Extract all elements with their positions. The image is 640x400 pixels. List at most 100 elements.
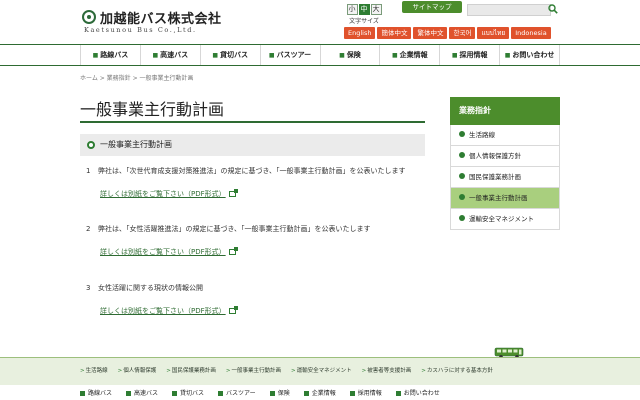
logo-name-ja: 加越能バス株式会社 (100, 12, 222, 27)
pdf-link[interactable]: 詳しくは別紙をご覧下さい（PDF形式） (100, 306, 238, 316)
lang-indonesian[interactable]: Indonesia (511, 27, 551, 39)
nav-label: 採用情報 (459, 51, 488, 59)
footer-link[interactable]: >被害者等支援計画 (362, 366, 412, 374)
bullet-icon: ■ (268, 52, 275, 59)
bullet-icon (349, 391, 355, 396)
item-text: 弊社は、「次世代育成支援対策推進法」の規定に基づき、「一般事業主行動計画」を公表… (98, 167, 406, 175)
footer-link-label: 一般事業主行動計画 (231, 368, 281, 374)
pdf-link-label: 詳しくは別紙をご覧下さい（PDF形式） (100, 248, 226, 256)
footer-link-label: カスハラに対する基本方針 (426, 368, 493, 374)
arrow-icon: > (291, 368, 296, 374)
nav-label: 企業情報 (399, 51, 428, 59)
bullet-icon: ■ (92, 52, 99, 59)
footer-link-label: 個人情報保護 (123, 368, 157, 374)
external-window-icon (228, 306, 238, 314)
nav-label: お問い合わせ (512, 51, 555, 59)
footer-link[interactable]: >運輸安全マネジメント (291, 366, 352, 374)
item-number: 3 (86, 284, 91, 292)
lang-thai[interactable]: แบบไทย (477, 27, 510, 39)
external-window-icon (228, 189, 238, 197)
nav-item-bus-tour[interactable]: ■ バスツアー (259, 45, 320, 65)
arrow-bullet-icon (459, 131, 465, 137)
sitemap-button[interactable]: サイトマップ (402, 1, 462, 13)
footer-link[interactable]: >生活路線 (80, 366, 108, 374)
footer-nav-item[interactable]: 企業情報 (303, 388, 336, 397)
footer-link-label: 被害者等支援計画 (367, 368, 412, 374)
arrow-icon: > (421, 368, 426, 374)
bullet-icon (172, 391, 178, 396)
logo-mark-icon (82, 10, 96, 24)
sidebar-item-daily-routes[interactable]: 生活路線 (450, 125, 560, 146)
bullet-icon (303, 391, 309, 396)
footer-nav-label: 企業情報 (311, 390, 336, 397)
nav-item-insurance[interactable]: ■ 保険 (319, 45, 380, 65)
sidebar: 業務指針 生活路線 個人情報保護方針 国民保護業務計画 一般事業主行動計画 運輸… (450, 97, 560, 230)
font-size-label: 文字サイズ (349, 18, 379, 25)
footer-link[interactable]: >一般事業主行動計画 (226, 366, 281, 374)
bullet-icon: ■ (451, 52, 458, 59)
search-icon[interactable] (548, 4, 558, 14)
sidebar-item-privacy-policy[interactable]: 個人情報保護方針 (450, 146, 560, 167)
footer-link[interactable]: >個人情報保護 (118, 366, 157, 374)
list-item: 2 弊社は、「女性活躍推進法」の規定に基づき、「一般事業主行動計画」を公表いたしま… (86, 224, 426, 234)
company-logo[interactable]: 加越能バス株式会社 Kaetsunou Bus Co.,Ltd. (82, 8, 232, 36)
item-text: 女性活躍に関する現状の情報公開 (98, 284, 203, 292)
sidebar-item-action-plan[interactable]: 一般事業主行動計画 (450, 188, 560, 209)
footer-nav-item[interactable]: 保険 (269, 388, 290, 397)
footer-nav-label: 高速バス (134, 390, 159, 397)
sidebar-item-transport-safety[interactable]: 運輸安全マネジメント (450, 209, 560, 230)
lang-korean[interactable]: 한국어 (449, 27, 476, 39)
search-input[interactable] (468, 13, 550, 24)
arrow-icon: > (166, 368, 171, 374)
sidebar-item-label: 国民保護業務計画 (469, 173, 521, 181)
nav-label: 貸切バス (220, 51, 249, 59)
lang-traditional-chinese[interactable]: 繁体中文 (413, 27, 448, 39)
font-size-small-button[interactable]: 小 (346, 4, 358, 15)
bullet-icon (126, 391, 132, 396)
footer-nav-label: 採用情報 (357, 390, 382, 397)
footer-nav-label: 保険 (277, 390, 290, 397)
sidebar-item-civil-protection[interactable]: 国民保護業務計画 (450, 167, 560, 188)
arrow-icon: > (80, 368, 85, 374)
arrow-bullet-icon (459, 194, 465, 200)
nav-item-route-bus[interactable]: ■ 路線バス (80, 45, 140, 65)
lang-english[interactable]: English (344, 27, 376, 39)
footer-nav-item[interactable]: 路線バス (80, 388, 112, 397)
pdf-link[interactable]: 詳しくは別紙をご覧下さい（PDF形式） (100, 247, 238, 257)
nav-item-recruit[interactable]: ■ 採用情報 (439, 45, 499, 65)
footer-link[interactable]: >国民保護業務計画 (166, 366, 216, 374)
page-title: 一般事業主行動計画 (80, 100, 225, 119)
arrow-icon: > (225, 368, 231, 374)
item-number: 2 (86, 225, 91, 233)
footer-link[interactable]: >カスハラに対する基本方針 (421, 366, 493, 374)
footer-nav-label: 貸切バス (180, 390, 205, 397)
sidebar-heading[interactable]: 業務指針 (450, 97, 560, 125)
font-size-medium-button[interactable]: 中 (358, 4, 370, 15)
lang-simplified-chinese[interactable]: 簡体中文 (377, 27, 412, 39)
nav-item-contact[interactable]: ■ お問い合わせ (499, 45, 560, 65)
font-size-large-button[interactable]: 大 (370, 4, 382, 15)
bullet-icon (269, 391, 275, 396)
footer-link-label: 運輸安全マネジメント (296, 368, 352, 374)
logo-name-en: Kaetsunou Bus Co.,Ltd. (84, 26, 197, 34)
footer-nav-item[interactable]: 高速バス (126, 388, 158, 397)
footer-nav-item[interactable]: 貸切バス (172, 388, 204, 397)
footer-links: >生活路線 >個人情報保護 >国民保護業務計画 >一般事業主行動計画 >運輸安全… (0, 357, 640, 385)
arrow-bullet-icon (459, 152, 465, 158)
footer-nav-item[interactable]: バスツアー (218, 388, 256, 397)
footer-nav-item[interactable]: お問い合わせ (395, 388, 440, 397)
sidebar-item-label: 一般事業主行動計画 (469, 194, 528, 202)
search-box (467, 4, 551, 24)
footer-nav-label: バスツアー (226, 390, 256, 397)
nav-item-company[interactable]: ■ 企業情報 (379, 45, 439, 65)
nav-item-charter-bus[interactable]: ■ 貸切バス (199, 45, 260, 65)
nav-label: 路線バス (100, 51, 129, 59)
pdf-link-label: 詳しくは別紙をご覧下さい（PDF形式） (100, 307, 226, 315)
bullet-icon: ■ (152, 52, 159, 59)
item-number: 1 (86, 167, 91, 175)
page: 加越能バス株式会社 Kaetsunou Bus Co.,Ltd. 小 中 大 文… (0, 0, 640, 400)
footer-nav-item[interactable]: 採用情報 (349, 388, 382, 397)
pdf-link[interactable]: 詳しくは別紙をご覧下さい（PDF形式） (100, 189, 238, 199)
breadcrumb[interactable]: ホーム > 業務指針 > 一般事業主行動計画 (80, 73, 194, 82)
nav-item-highway-bus[interactable]: ■ 高速バス (139, 45, 200, 65)
